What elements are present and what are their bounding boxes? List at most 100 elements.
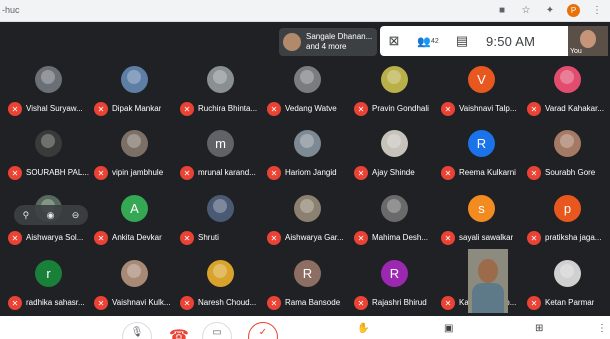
- participant-tile[interactable]: ✕ Shruti: [178, 191, 264, 250]
- participant-name: Ankita Devkar: [112, 233, 162, 242]
- self-face: [580, 30, 596, 48]
- participant-tile[interactable]: ✕ Vedang Watve: [265, 62, 351, 121]
- self-view[interactable]: You: [568, 26, 608, 56]
- participant-avatar: [381, 195, 408, 222]
- participant-avatar: [121, 66, 148, 93]
- mic-off-icon: ✕: [8, 231, 22, 245]
- browser-menu-icon[interactable]: ⋮: [590, 3, 604, 17]
- participant-name: Vedang Watve: [285, 104, 337, 113]
- participant-tile[interactable]: ✕ Mahima Desh...: [352, 191, 438, 250]
- participant-tile[interactable]: V ✕ Vaishnavi Talp...: [439, 62, 525, 121]
- notification-avatar: [283, 33, 301, 51]
- participant-name: mrunal karand...: [198, 168, 256, 177]
- participant-tile[interactable]: ✕ Sourabh Gore: [525, 126, 610, 185]
- mic-off-icon: ✕: [180, 231, 194, 245]
- mic-off-icon: ✕: [441, 231, 455, 245]
- participant-tile[interactable]: A ✕ Ankita Devkar: [92, 191, 178, 250]
- extensions-icon[interactable]: ✦: [543, 3, 557, 17]
- video-body: [472, 283, 504, 313]
- participant-avatar: [121, 260, 148, 287]
- participant-tile[interactable]: ✕ Hariom Jangid: [265, 126, 351, 185]
- participant-avatar: [35, 66, 62, 93]
- participant-name: Vishal Suryaw...: [26, 104, 83, 113]
- participant-avatar: [294, 130, 321, 157]
- mute-tile-icon[interactable]: ◉: [47, 210, 55, 221]
- meeting-topbar: ⊠ 👥 42 ▤ 9:50 AM You: [380, 26, 608, 56]
- present-icon[interactable]: ⊠: [380, 30, 408, 52]
- participant-tile[interactable]: ✕ Varad Kahakar...: [525, 62, 610, 121]
- raise-hand-icon[interactable]: ✋: [357, 323, 369, 334]
- mic-off-icon: ✕: [527, 102, 541, 116]
- participant-tile[interactable]: R ✕ Rama Bansode: [265, 256, 351, 315]
- participant-tile[interactable]: r ✕ radhika sahasr...: [6, 256, 92, 315]
- participant-name: Ketan Parmar: [545, 298, 595, 307]
- star-icon[interactable]: ☆: [519, 3, 533, 17]
- meet-window: -huc ■ ☆ ✦ P ⋮ Sangale Dhanan... and 4 m…: [0, 0, 610, 339]
- mic-off-icon: ✕: [267, 296, 281, 310]
- participant-tile[interactable]: ✕ SOURABH PAL...: [6, 126, 92, 185]
- meeting-clock: 9:50 AM: [486, 33, 536, 49]
- participant-name: Pravin Gondhali: [372, 104, 429, 113]
- participant-avatar: [381, 66, 408, 93]
- participant-tile[interactable]: ✕ Naresh Choud...: [178, 256, 264, 315]
- more-options-icon[interactable]: ⋮: [597, 323, 607, 334]
- participant-tile[interactable]: ✕ Ajay Shinde: [352, 126, 438, 185]
- participant-tile[interactable]: m ✕ mrunal karand...: [178, 126, 264, 185]
- join-notification[interactable]: Sangale Dhanan... and 4 more: [279, 28, 377, 56]
- participant-name: sayali sawalkar: [459, 233, 514, 242]
- participant-tile[interactable]: ✕ Dipak Mankar: [92, 62, 178, 121]
- captions-toggle-button[interactable]: ✓: [248, 322, 278, 339]
- participant-tile[interactable]: ✕ Ruchira Bhinta...: [178, 62, 264, 121]
- bottom-toolbar: 🎙 ☎ ▭ ✓ ✋ ▣ ⊞ ⋮: [0, 316, 610, 339]
- people-button[interactable]: 👥 42: [408, 30, 448, 52]
- captions-icon[interactable]: ▣: [444, 323, 453, 334]
- present-now-icon[interactable]: ⊞: [535, 323, 543, 334]
- mic-off-icon: ✕: [354, 102, 368, 116]
- participant-avatar: [381, 130, 408, 157]
- profile-avatar[interactable]: P: [567, 3, 580, 17]
- participant-tile[interactable]: s ✕ sayali sawalkar: [439, 191, 525, 250]
- participant-tile[interactable]: R ✕ Reema Kulkarni: [439, 126, 525, 185]
- participant-avatar: [554, 66, 581, 93]
- participant-name: radhika sahasr...: [26, 298, 85, 307]
- participant-avatar: [294, 195, 321, 222]
- participant-name: Shruti: [198, 233, 219, 242]
- leave-call-button[interactable]: ☎: [164, 322, 194, 339]
- participant-tile[interactable]: ✕ vipin jambhule: [92, 126, 178, 185]
- mic-off-icon: ✕: [94, 102, 108, 116]
- participant-avatar: [554, 130, 581, 157]
- participant-tile[interactable]: R ✕ Rajashri Bhirud: [352, 256, 438, 315]
- participant-name: pratiksha jaga...: [545, 233, 602, 242]
- tile-hover-controls: ⚲ ◉ ⊖: [14, 205, 88, 225]
- participant-name: Sourabh Gore: [545, 168, 596, 177]
- participant-tile[interactable]: p ✕ pratiksha jaga...: [525, 191, 610, 250]
- video-head: [478, 259, 498, 283]
- chat-icon[interactable]: ▤: [448, 30, 476, 52]
- participant-tile[interactable]: ✕ Ketan Parmar: [525, 256, 610, 315]
- participant-video-kaustubh[interactable]: [468, 249, 508, 313]
- mic-off-icon: ✕: [267, 102, 281, 116]
- camera-button[interactable]: ▭: [202, 322, 232, 339]
- mic-button[interactable]: 🎙: [122, 322, 152, 339]
- participant-avatar: [207, 66, 234, 93]
- url-text[interactable]: -huc: [2, 5, 20, 15]
- participant-tile[interactable]: ✕ Vaishnavi Kulk...: [92, 256, 178, 315]
- mic-off-icon: ✕: [441, 102, 455, 116]
- mic-off-icon: ✕: [527, 166, 541, 180]
- participant-name: Reema Kulkarni: [459, 168, 516, 177]
- participant-tile[interactable]: ✕ Aishwarya Gar...: [265, 191, 351, 250]
- participant-avatar: m: [207, 130, 234, 157]
- participant-avatar: R: [468, 130, 495, 157]
- participant-tile[interactable]: ✕ Pravin Gondhali: [352, 62, 438, 121]
- participant-avatar: A: [121, 195, 148, 222]
- remove-icon[interactable]: ⊖: [72, 210, 80, 221]
- participant-avatar: [121, 130, 148, 157]
- mic-off-icon: ✕: [8, 296, 22, 310]
- participant-tile[interactable]: ✕ Vishal Suryaw...: [6, 62, 92, 121]
- mic-off-icon: ✕: [180, 166, 194, 180]
- people-icon: 👥: [417, 35, 431, 48]
- pin-icon[interactable]: ⚲: [23, 210, 30, 221]
- camera-indicator-icon[interactable]: ■: [495, 3, 509, 17]
- participant-avatar: [294, 66, 321, 93]
- participant-name: Aishwarya Sol...: [26, 233, 84, 242]
